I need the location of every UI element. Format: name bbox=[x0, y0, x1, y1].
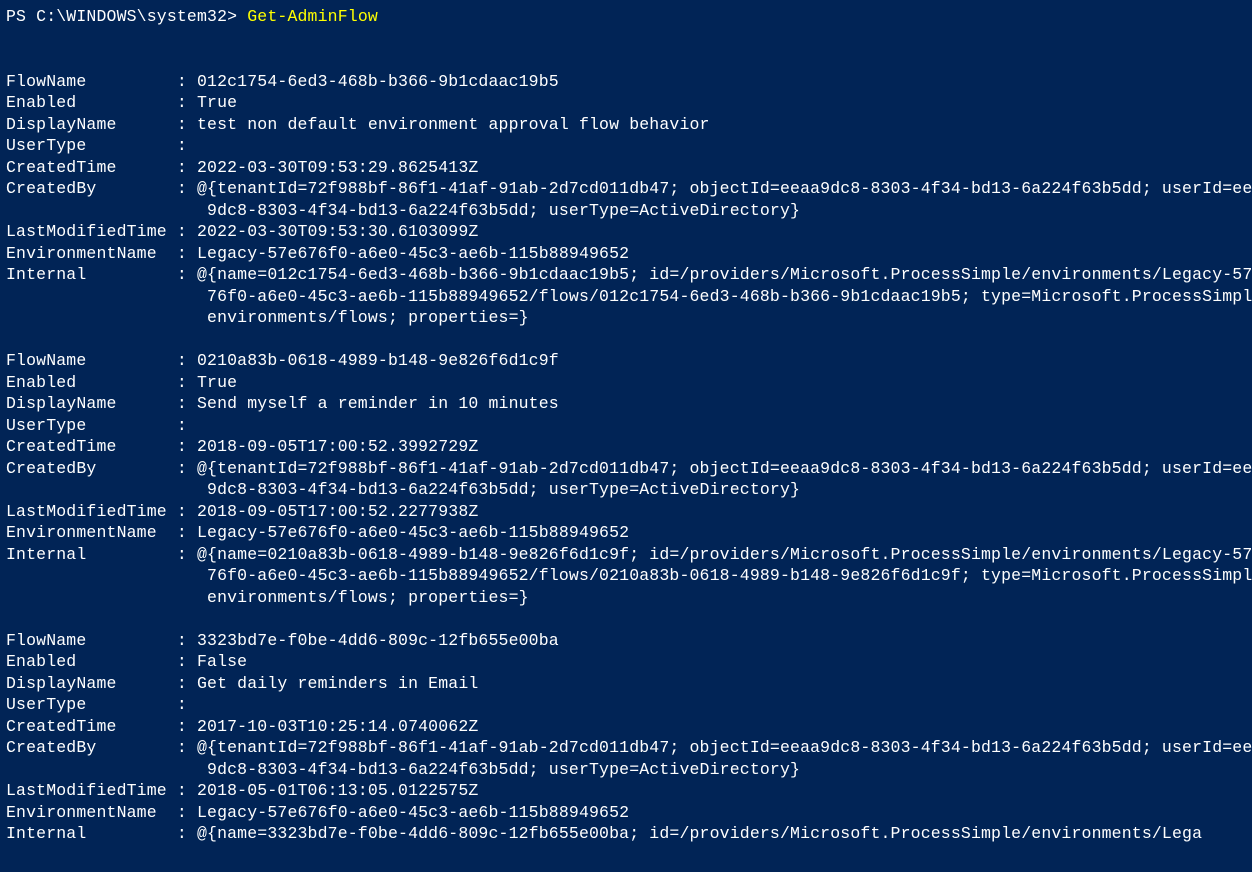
command-text: Get-AdminFlow bbox=[247, 7, 378, 26]
prompt-text: PS C:\WINDOWS\system32> bbox=[6, 7, 247, 26]
records-output: FlowName : 012c1754-6ed3-468b-b366-9b1cd… bbox=[6, 72, 1252, 844]
terminal-output[interactable]: PS C:\WINDOWS\system32> Get-AdminFlow Fl… bbox=[0, 0, 1252, 845]
